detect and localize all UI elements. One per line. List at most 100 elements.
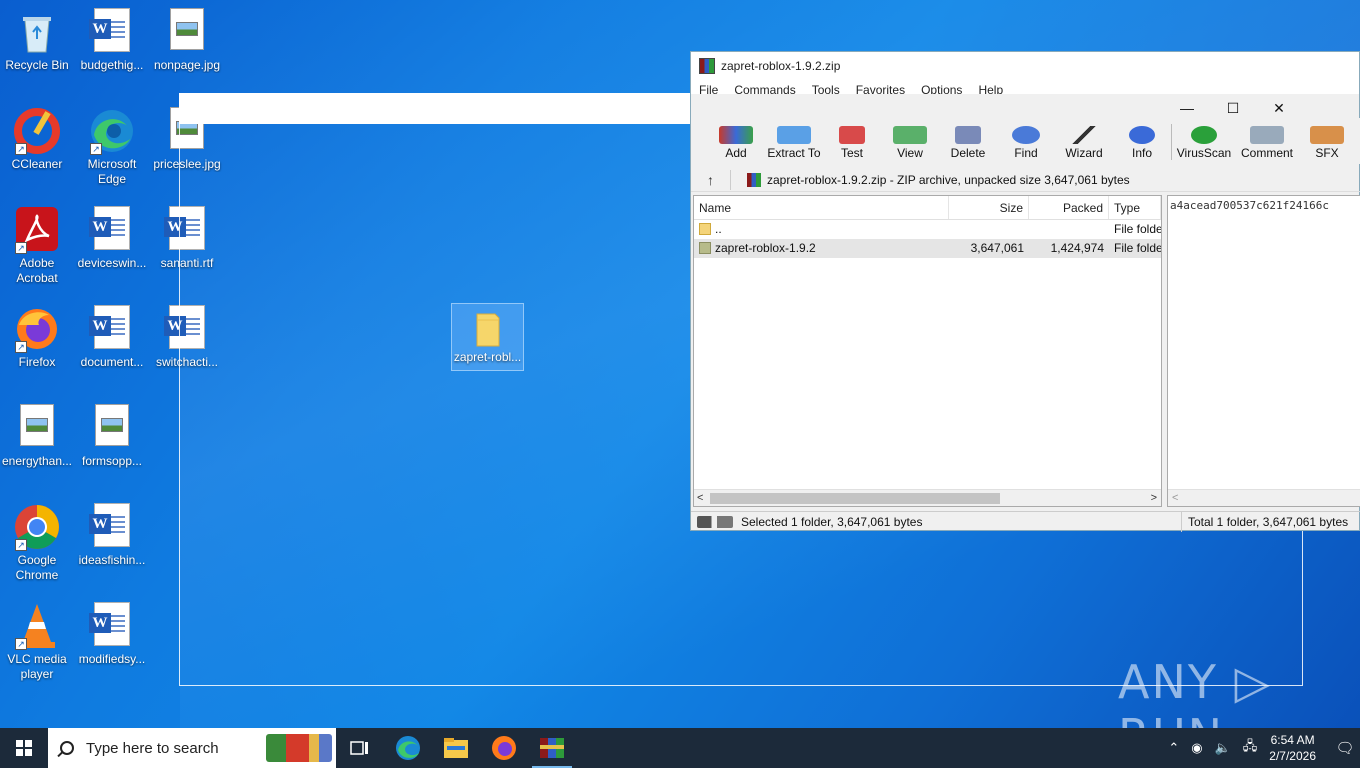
test-button[interactable]: Test xyxy=(823,118,881,164)
scroll-right-icon[interactable]: > xyxy=(1151,490,1157,507)
desktop-icon-google-chrome[interactable]: ↗ Google Chrome xyxy=(0,503,74,583)
desktop-icon-ccleaner[interactable]: ↗ CCleaner xyxy=(0,107,74,172)
shortcut-arrow-icon: ↗ xyxy=(15,638,27,650)
network-icon[interactable]: 🖧 xyxy=(1243,737,1258,759)
archive-path-text: zapret-roblox-1.9.2.zip - ZIP archive, u… xyxy=(767,172,1130,187)
desktop-icon-recycle-bin[interactable]: Recycle Bin xyxy=(0,8,74,73)
column-name[interactable]: Name xyxy=(694,196,949,219)
desktop-icon-formsopp[interactable]: formsopp... xyxy=(75,404,149,469)
desktop-icon-microsoft-edge[interactable]: ↗ Microsoft Edge xyxy=(75,107,149,187)
taskbar-search[interactable]: Type here to search xyxy=(48,728,336,768)
taskbar: Type here to search ⌃ ◉ 🔈 🖧 6:54 AM 2/7/… xyxy=(0,728,1360,768)
info-button[interactable]: Info xyxy=(1113,118,1171,164)
column-packed[interactable]: Packed xyxy=(1029,196,1109,219)
desktop-icon-label: energythan... xyxy=(1,454,73,468)
image-file-icon xyxy=(88,404,136,452)
wizard-button[interactable]: Wizard xyxy=(1055,118,1113,164)
desktop-icon-label: formsopp... xyxy=(81,454,143,468)
winrar-icon xyxy=(540,738,564,758)
start-button[interactable] xyxy=(0,728,48,768)
add-button[interactable]: Add xyxy=(707,118,765,164)
winrar-window[interactable]: zapret-roblox-1.9.2.zip File Commands To… xyxy=(690,51,1360,532)
minimize-button[interactable]: — xyxy=(1164,93,1210,123)
file-row-parent[interactable]: .. File folder xyxy=(694,220,1161,239)
desktop-icon-document[interactable]: W document... xyxy=(75,305,149,370)
word-document-icon: W xyxy=(163,305,211,353)
find-button[interactable]: Find xyxy=(997,118,1055,164)
menu-help[interactable]: Help xyxy=(978,80,1003,94)
menu-tools[interactable]: Tools xyxy=(812,80,840,94)
shortcut-arrow-icon: ↗ xyxy=(90,143,102,155)
column-size[interactable]: Size xyxy=(949,196,1029,219)
shortcut-arrow-icon: ↗ xyxy=(15,143,27,155)
desktop-icon-firefox[interactable]: ↗ Firefox xyxy=(0,305,74,370)
folder-icon xyxy=(699,242,711,254)
desktop-icon-nonpage[interactable]: nonpage.jpg xyxy=(150,8,224,73)
file-list-header: Name Size Packed Type xyxy=(694,196,1161,220)
test-icon xyxy=(839,126,865,144)
sfx-button[interactable]: SFX xyxy=(1298,118,1356,164)
search-icon xyxy=(60,741,74,755)
desktop-icon-modifiedsy[interactable]: W modifiedsy... xyxy=(75,602,149,667)
extract-to-button[interactable]: Extract To xyxy=(765,118,823,164)
file-list[interactable]: Name Size Packed Type .. File folder zap… xyxy=(693,195,1162,507)
chevron-up-icon[interactable]: ⌃ xyxy=(1168,740,1179,756)
menu-commands[interactable]: Commands xyxy=(734,80,795,94)
clock-time: 6:54 AM xyxy=(1270,733,1315,747)
info-pane-scrollbar[interactable]: < xyxy=(1168,489,1360,506)
toolbar: Add Extract To Test View Delete Find Wiz… xyxy=(691,118,1360,164)
taskbar-edge[interactable] xyxy=(384,728,432,768)
comment-button[interactable]: Comment xyxy=(1236,118,1298,164)
virusscan-shield-icon xyxy=(1191,126,1217,144)
blank-window-strip xyxy=(179,93,691,124)
shortcut-arrow-icon: ↗ xyxy=(15,242,27,254)
desktop-icon-deviceswin[interactable]: W deviceswin... xyxy=(75,206,149,271)
image-file-icon xyxy=(13,404,61,452)
desktop-icon-vlc[interactable]: ↗ VLC media player xyxy=(0,602,74,682)
desktop-icon-sananti[interactable]: W sananti.rtf xyxy=(150,206,224,271)
word-document-icon: W xyxy=(88,602,136,650)
taskbar-winrar[interactable] xyxy=(528,728,576,768)
desktop-icon-adobe-acrobat[interactable]: ↗ Adobe Acrobat xyxy=(0,206,74,286)
view-button[interactable]: View xyxy=(881,118,939,164)
desktop-icon-ideasfishin[interactable]: W ideasfishin... xyxy=(75,503,149,568)
menu-options[interactable]: Options xyxy=(921,80,962,94)
maximize-button[interactable]: ☐ xyxy=(1210,93,1256,123)
column-type[interactable]: Type xyxy=(1109,196,1161,219)
status-bar: Selected 1 folder, 3,647,061 bytes Total… xyxy=(691,511,1360,532)
taskbar-firefox[interactable] xyxy=(480,728,528,768)
desktop-icon-zapret-folder[interactable]: zapret-robl... xyxy=(451,303,524,371)
file-row-zapret[interactable]: zapret-roblox-1.9.2 3,647,061 1,424,974 … xyxy=(694,239,1161,258)
desktop-icon-label: Adobe Acrobat xyxy=(16,256,58,285)
scroll-left-icon[interactable]: < xyxy=(697,490,703,507)
webcam-icon[interactable]: ◉ xyxy=(1191,740,1202,756)
close-button[interactable]: ✕ xyxy=(1256,93,1302,123)
delete-button[interactable]: Delete xyxy=(939,118,997,164)
desktop-icon-budgethig[interactable]: W budgethig... xyxy=(75,8,149,73)
word-document-icon: W xyxy=(88,8,136,56)
desktop-icon-label: Firefox xyxy=(18,355,56,369)
scrollbar-thumb[interactable] xyxy=(710,493,1000,504)
address-bar: ↑ zapret-roblox-1.9.2.zip - ZIP archive,… xyxy=(691,168,1360,192)
menu-favorites[interactable]: Favorites xyxy=(856,80,905,94)
desktop-icon-label: zapret-robl... xyxy=(453,350,522,364)
task-view-button[interactable] xyxy=(336,728,384,768)
shortcut-arrow-icon: ↗ xyxy=(15,539,27,551)
virusscan-button[interactable]: VirusScan xyxy=(1172,118,1236,164)
speaker-icon[interactable]: 🔈 xyxy=(1215,740,1231,756)
horizontal-scrollbar[interactable]: < > xyxy=(694,489,1161,506)
archive-path[interactable]: zapret-roblox-1.9.2.zip - ZIP archive, u… xyxy=(747,172,1130,187)
menu-file[interactable]: File xyxy=(699,80,718,94)
up-arrow-button[interactable]: ↑ xyxy=(691,169,731,190)
taskbar-file-explorer[interactable] xyxy=(432,728,480,768)
extract-folder-icon xyxy=(777,126,811,144)
clock[interactable]: 6:54 AM 2/7/2026 xyxy=(1269,732,1316,764)
image-file-icon xyxy=(163,8,211,56)
desktop-icon-energythan[interactable]: energythan... xyxy=(0,404,74,469)
add-archive-icon xyxy=(719,126,753,144)
search-highlight-gifts-icon xyxy=(266,734,332,762)
desktop-icon-label: modifiedsy... xyxy=(78,652,146,666)
notification-icon[interactable]: 🗨 xyxy=(1330,728,1360,768)
desktop-icon-switchacti[interactable]: W switchacti... xyxy=(150,305,224,370)
window-titlebar[interactable]: zapret-roblox-1.9.2.zip xyxy=(691,52,1359,80)
